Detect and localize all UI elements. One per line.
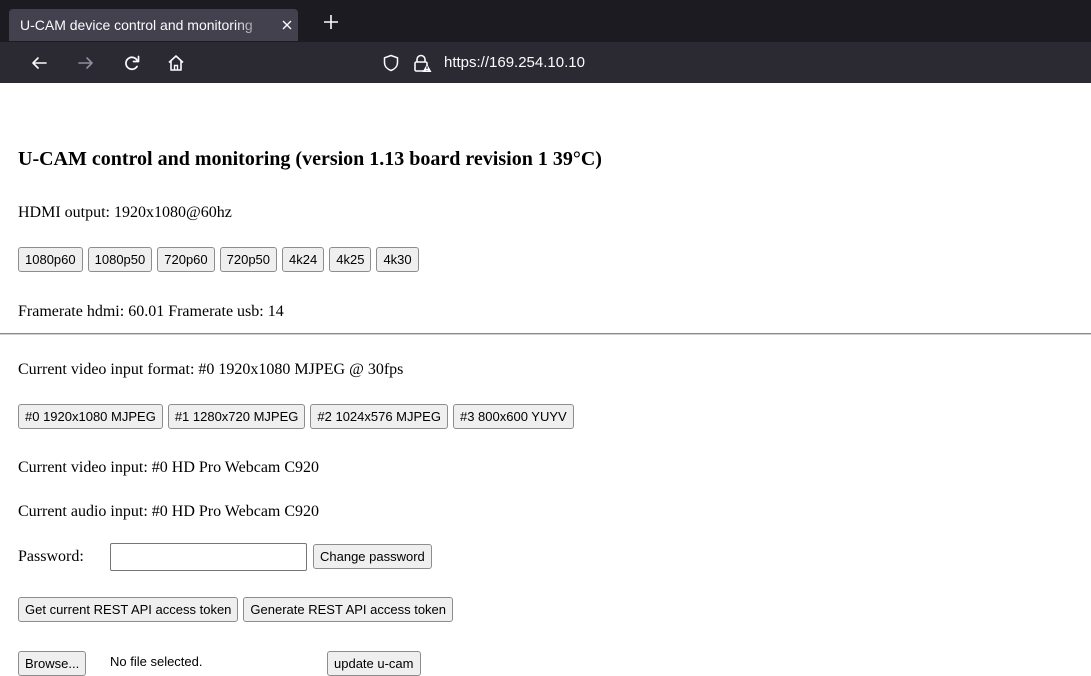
page-title: U-CAM control and monitoring (version 1.… [18, 148, 602, 170]
video-format-buttons: #0 1920x1080 MJPEG #1 1280x720 MJPEG #2 … [18, 404, 574, 429]
hdmi-1080p50-button[interactable]: 1080p50 [87, 247, 153, 272]
new-tab-icon[interactable] [321, 12, 341, 32]
password-label: Password: [18, 548, 84, 565]
format-2-button[interactable]: #2 1024x576 MJPEG [310, 404, 448, 429]
hdmi-4k25-button[interactable]: 4k25 [329, 247, 372, 272]
reload-icon[interactable] [122, 53, 142, 73]
get-token-button[interactable]: Get current REST API access token [18, 597, 239, 622]
format-3-button[interactable]: #3 800x600 YUYV [452, 404, 574, 429]
format-1-button[interactable]: #1 1280x720 MJPEG [167, 404, 306, 429]
format-0-button[interactable]: #0 1920x1080 MJPEG [18, 404, 163, 429]
hdmi-mode-buttons: 1080p60 1080p50 720p60 720p50 4k24 4k25 … [18, 247, 419, 272]
current-audio-input-text: Current audio input: #0 HD Pro Webcam C9… [18, 503, 320, 520]
url-bar[interactable]: https://169.254.10.10 [382, 48, 1091, 78]
section-divider [0, 333, 1091, 335]
forward-icon[interactable] [76, 53, 96, 73]
close-tab-icon[interactable] [278, 16, 296, 34]
browser-tab-bar: U-CAM device control and monitoring [0, 0, 1091, 42]
password-input[interactable] [110, 543, 307, 571]
change-password-button[interactable]: Change password [313, 544, 432, 569]
generate-token-button[interactable]: Generate REST API access token [243, 597, 454, 622]
insecure-lock-icon[interactable] [412, 53, 432, 73]
tracking-protection-shield-icon[interactable] [382, 54, 400, 72]
back-icon[interactable] [29, 53, 49, 73]
current-video-format-text: Current video input format: #0 1920x1080… [18, 361, 404, 378]
no-file-selected-text: No file selected. [110, 654, 203, 669]
framerate-text: Framerate hdmi: 60.01 Framerate usb: 14 [18, 303, 284, 320]
hdmi-4k24-button[interactable]: 4k24 [282, 247, 325, 272]
token-buttons: Get current REST API access token Genera… [18, 597, 454, 622]
current-video-input-text: Current video input: #0 HD Pro Webcam C9… [18, 459, 320, 476]
update-ucam-button[interactable]: update u-cam [327, 651, 421, 676]
hdmi-720p60-button[interactable]: 720p60 [157, 247, 215, 272]
hdmi-4k30-button[interactable]: 4k30 [376, 247, 419, 272]
tab-title: U-CAM device control and monitoring [20, 17, 253, 33]
browser-nav-bar: https://169.254.10.10 [0, 42, 1091, 83]
browse-file-button[interactable]: Browse... [18, 651, 87, 676]
hdmi-1080p60-button[interactable]: 1080p60 [18, 247, 83, 272]
url-text[interactable]: https://169.254.10.10 [444, 48, 585, 78]
home-icon[interactable] [166, 53, 186, 73]
hdmi-output-text: HDMI output: 1920x1080@60hz [18, 204, 232, 221]
browser-tab-active[interactable]: U-CAM device control and monitoring [9, 9, 298, 41]
hdmi-720p50-button[interactable]: 720p50 [219, 247, 278, 272]
